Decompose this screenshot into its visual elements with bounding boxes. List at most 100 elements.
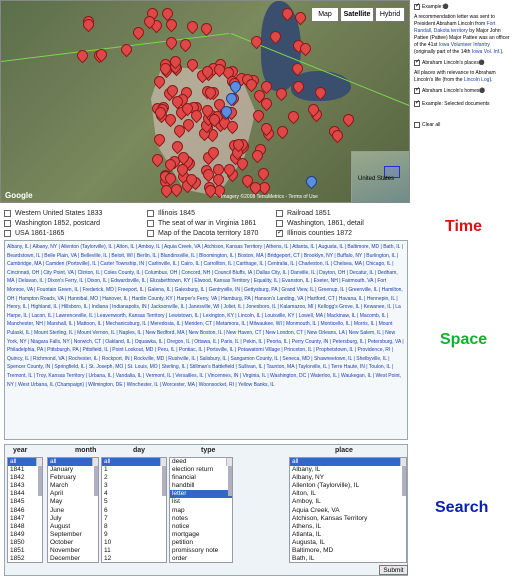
place-link[interactable]: Providence, RI bbox=[357, 347, 390, 353]
place-link[interactable]: Freeport, IL bbox=[118, 287, 144, 293]
list-option[interactable]: 1844 bbox=[8, 490, 42, 498]
list-option[interactable]: handbill bbox=[170, 482, 232, 490]
place-link[interactable]: Atlanta, IL bbox=[292, 244, 314, 250]
place-link[interactable]: Winchester, IL bbox=[127, 382, 159, 388]
place-marker-icon[interactable] bbox=[178, 152, 187, 165]
place-link[interactable]: Hillsboro, IL bbox=[61, 304, 87, 310]
example-checkbox[interactable] bbox=[414, 3, 420, 10]
place-link[interactable]: Waukegan, IL bbox=[341, 373, 371, 379]
place-link[interactable]: Leavenworth, Kansas Territory bbox=[97, 313, 164, 319]
place-marker-icon[interactable] bbox=[292, 63, 301, 76]
place-link[interactable]: Lacon, IL bbox=[31, 313, 51, 319]
place-marker-icon[interactable] bbox=[254, 90, 263, 103]
lincoln-log-link[interactable]: Lincoln Log bbox=[464, 77, 490, 83]
list-option[interactable]: Augusta, IL bbox=[290, 539, 406, 547]
place-link[interactable]: Waterloo, IL bbox=[310, 373, 337, 379]
place-marker-icon[interactable] bbox=[293, 81, 302, 94]
layer-item[interactable]: The seat of war in Virginia 1861 bbox=[147, 218, 258, 228]
place-marker-icon[interactable] bbox=[252, 150, 261, 163]
place-link[interactable]: Jonesboro, IL bbox=[246, 304, 276, 310]
list-option[interactable]: 4 bbox=[102, 490, 166, 498]
place-link[interactable]: Marshall, IL bbox=[47, 321, 73, 327]
list-option[interactable]: financial bbox=[170, 474, 232, 482]
place-link[interactable]: Mechanicsburg, IL bbox=[106, 321, 147, 327]
place-link[interactable]: Dixon's Ferry, IL bbox=[48, 278, 84, 284]
place-link[interactable]: Fountain Green, IL bbox=[37, 287, 79, 293]
place-marker-icon[interactable] bbox=[187, 21, 196, 34]
place-link[interactable]: New Boston, IL bbox=[188, 330, 222, 336]
place-link[interactable]: Gentryville, IN bbox=[209, 287, 240, 293]
place-link[interactable]: St. Joseph, MO bbox=[89, 364, 123, 370]
list-option[interactable]: Aquia Creek, VA bbox=[290, 507, 406, 515]
list-option[interactable]: mortgage bbox=[170, 531, 232, 539]
place-link[interactable]: Berlin, IL bbox=[137, 253, 157, 259]
place-link[interactable]: Lewistown, IL bbox=[169, 313, 199, 319]
place-link[interactable]: Kellogg's Grove, IL bbox=[318, 304, 360, 310]
place-link[interactable]: Seneca, MD bbox=[282, 356, 310, 362]
home-marker-icon[interactable] bbox=[230, 81, 239, 94]
place-marker-icon[interactable] bbox=[277, 126, 286, 139]
place-link[interactable]: Oquawka, IL bbox=[135, 339, 163, 345]
place-link[interactable]: Chelsea, MA bbox=[333, 261, 361, 267]
list-option[interactable]: 9 bbox=[102, 531, 166, 539]
place-marker-icon[interactable] bbox=[315, 87, 324, 100]
place-link[interactable]: Rochester, IL bbox=[68, 356, 97, 362]
place-marker-icon[interactable] bbox=[203, 169, 212, 182]
list-option[interactable]: 1849 bbox=[8, 531, 42, 539]
place-link[interactable]: Indianapolis, IN bbox=[112, 304, 146, 310]
place-link[interactable]: Monticello, IL bbox=[320, 321, 349, 327]
list-option[interactable]: deed bbox=[170, 458, 232, 466]
map-type-hybrid-button[interactable]: Hybrid bbox=[375, 7, 405, 22]
place-link[interactable]: Mattoon, IL bbox=[77, 321, 102, 327]
place-link[interactable]: Elizabethtown, KY bbox=[150, 278, 191, 284]
place-link[interactable]: Hanover, IL bbox=[102, 296, 127, 302]
place-link[interactable]: Petersburg, IL bbox=[332, 339, 363, 345]
place-link[interactable]: Oakland, IL bbox=[105, 339, 130, 345]
place-link[interactable]: Dallas City, IL bbox=[256, 270, 286, 276]
clear-all-row[interactable]: Clear all bbox=[414, 122, 510, 129]
layer-checkbox[interactable] bbox=[4, 229, 11, 237]
place-marker-icon[interactable] bbox=[295, 12, 304, 25]
place-link[interactable]: Kalamazoo, MI bbox=[280, 304, 313, 310]
place-link[interactable]: Meriden, CT bbox=[185, 321, 212, 327]
place-link[interactable]: Terre Haute, IN bbox=[331, 364, 365, 370]
layer-item[interactable]: Western United States 1833 bbox=[4, 208, 102, 218]
place-marker-icon[interactable] bbox=[251, 36, 260, 49]
scrollbar[interactable] bbox=[92, 458, 98, 497]
place-link[interactable]: Hamburg, PA bbox=[221, 296, 250, 302]
scrollbar[interactable] bbox=[36, 458, 42, 497]
place-link[interactable]: Oregon, IL bbox=[167, 339, 190, 345]
place-marker-icon[interactable] bbox=[180, 39, 189, 52]
place-link[interactable]: Naples, IL bbox=[119, 330, 141, 336]
place-link[interactable]: Dayton, OH bbox=[319, 270, 345, 276]
place-link[interactable]: Taunton, MA bbox=[266, 364, 294, 370]
place-marker-icon[interactable] bbox=[187, 59, 196, 72]
place-link[interactable]: Jacksonville, IL bbox=[151, 304, 185, 310]
place-link[interactable]: Bath, IL bbox=[383, 244, 400, 250]
place-link[interactable]: Monmouth, IL bbox=[286, 321, 316, 327]
place-link[interactable]: Charleston, IL bbox=[298, 261, 329, 267]
list-option[interactable]: 1847 bbox=[8, 515, 42, 523]
place-link[interactable]: Camden (Portsville), IL bbox=[46, 261, 97, 267]
place-marker-icon[interactable] bbox=[177, 164, 186, 177]
list-option[interactable]: April bbox=[48, 490, 98, 498]
list-option[interactable]: 1841 bbox=[8, 466, 42, 474]
layer-item[interactable]: USA 1861-1865 bbox=[4, 228, 102, 238]
list-option[interactable]: December bbox=[48, 555, 98, 562]
place-marker-icon[interactable] bbox=[165, 173, 174, 186]
home-marker-icon[interactable] bbox=[226, 93, 235, 106]
list-option[interactable]: June bbox=[48, 507, 98, 515]
place-link[interactable]: Shawneetown, IL bbox=[314, 356, 352, 362]
place-link[interactable]: Mackinaw, IL bbox=[327, 313, 356, 319]
place-link[interactable]: Baltimore, MD bbox=[347, 244, 379, 250]
home-marker-icon[interactable] bbox=[221, 106, 230, 119]
place-link[interactable]: Galena, IL bbox=[148, 287, 171, 293]
place-link[interactable]: Rockville, MD bbox=[134, 356, 165, 362]
place-link[interactable]: Beardstown, IL bbox=[7, 253, 40, 259]
place-link[interactable]: Exeter, NH bbox=[314, 278, 338, 284]
list-option[interactable]: 1851 bbox=[8, 547, 42, 555]
place-link[interactable]: Centralia, IL bbox=[267, 261, 294, 267]
list-option[interactable]: October bbox=[48, 539, 98, 547]
place-marker-icon[interactable] bbox=[166, 37, 175, 50]
place-link[interactable]: Richmond, VA bbox=[33, 356, 64, 362]
